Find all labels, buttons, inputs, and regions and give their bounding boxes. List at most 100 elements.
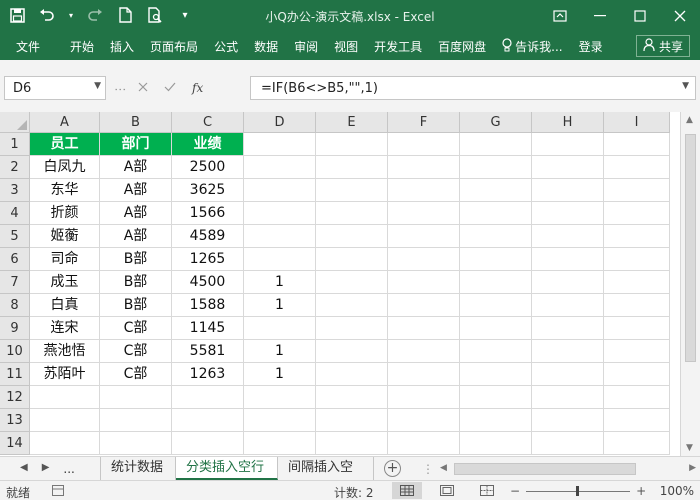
cell-d1[interactable] — [244, 133, 316, 156]
cell-b11[interactable]: C部 — [100, 363, 172, 386]
cell-c5[interactable]: 4589 — [172, 225, 244, 248]
column-header-f[interactable]: F — [388, 112, 460, 133]
cell-i9[interactable] — [604, 317, 670, 340]
add-sheet-icon[interactable]: + — [384, 460, 401, 477]
cell-i11[interactable] — [604, 363, 670, 386]
cell-c7[interactable]: 4500 — [172, 271, 244, 294]
zoom-in-icon[interactable]: + — [636, 484, 646, 498]
cell-a9[interactable]: 连宋 — [30, 317, 100, 340]
more-tabs-ellipsis[interactable]: ... — [63, 462, 74, 476]
cell-b10[interactable]: C部 — [100, 340, 172, 363]
normal-view-icon[interactable] — [392, 482, 422, 499]
cell-h3[interactable] — [532, 179, 604, 202]
row-header-6[interactable]: 6 — [0, 248, 30, 271]
enter-icon[interactable] — [164, 81, 176, 95]
tell-me-search[interactable]: 告诉我... — [494, 37, 570, 55]
cell-i10[interactable] — [604, 340, 670, 363]
tab-splitter-icon[interactable]: ⋮ — [422, 462, 434, 476]
column-header-i[interactable]: I — [604, 112, 670, 133]
scroll-up-icon[interactable]: ▲ — [686, 115, 693, 125]
column-header-b[interactable]: B — [100, 112, 172, 133]
name-box[interactable]: D6 ▼ — [4, 76, 106, 100]
cell-b7[interactable]: B部 — [100, 271, 172, 294]
cell-e3[interactable] — [316, 179, 388, 202]
cell-g4[interactable] — [460, 202, 532, 225]
cell-f10[interactable] — [388, 340, 460, 363]
cell-c13[interactable] — [172, 409, 244, 432]
minimize-icon[interactable] — [580, 0, 620, 32]
cell-g8[interactable] — [460, 294, 532, 317]
cell-f7[interactable] — [388, 271, 460, 294]
cell-e13[interactable] — [316, 409, 388, 432]
cell-h9[interactable] — [532, 317, 604, 340]
cell-e1[interactable] — [316, 133, 388, 156]
cell-e5[interactable] — [316, 225, 388, 248]
expand-formula-icon[interactable]: ▼ — [682, 81, 689, 91]
scroll-tabs-right-icon[interactable]: ▶ — [42, 462, 50, 476]
cell-b14[interactable] — [100, 432, 172, 455]
cell-e8[interactable] — [316, 294, 388, 317]
formula-input[interactable]: =IF(B6<>B5,"",1) ▼ — [250, 76, 696, 100]
close-icon[interactable] — [660, 0, 700, 32]
cell-d13[interactable] — [244, 409, 316, 432]
cell-b1[interactable]: 部门 — [100, 133, 172, 156]
cell-f14[interactable] — [388, 432, 460, 455]
cell-b2[interactable]: A部 — [100, 156, 172, 179]
cell-i8[interactable] — [604, 294, 670, 317]
menu-home[interactable]: 开始 — [62, 38, 102, 55]
row-header-13[interactable]: 13 — [0, 409, 30, 432]
cell-f12[interactable] — [388, 386, 460, 409]
chevron-down-icon[interactable]: ▼ — [94, 81, 101, 91]
tab-interval-insert[interactable]: 间隔插入空 — [278, 457, 374, 480]
cell-e12[interactable] — [316, 386, 388, 409]
page-break-preview-icon[interactable] — [472, 482, 502, 499]
cell-f3[interactable] — [388, 179, 460, 202]
cell-d14[interactable] — [244, 432, 316, 455]
cell-h5[interactable] — [532, 225, 604, 248]
menu-review[interactable]: 审阅 — [286, 38, 326, 55]
cell-d7[interactable]: 1 — [244, 271, 316, 294]
vertical-scroll-thumb[interactable] — [685, 134, 696, 362]
cell-h4[interactable] — [532, 202, 604, 225]
cell-b6[interactable]: B部 — [100, 248, 172, 271]
cell-e7[interactable] — [316, 271, 388, 294]
cell-f2[interactable] — [388, 156, 460, 179]
ribbon-display-icon[interactable] — [540, 0, 580, 32]
cell-c9[interactable]: 1145 — [172, 317, 244, 340]
cell-c4[interactable]: 1566 — [172, 202, 244, 225]
column-header-c[interactable]: C — [172, 112, 244, 133]
column-header-h[interactable]: H — [532, 112, 604, 133]
row-header-7[interactable]: 7 — [0, 271, 30, 294]
menu-file[interactable]: 文件 — [0, 38, 62, 55]
cell-a5[interactable]: 姬蘅 — [30, 225, 100, 248]
cell-f5[interactable] — [388, 225, 460, 248]
cell-c14[interactable] — [172, 432, 244, 455]
cell-b3[interactable]: A部 — [100, 179, 172, 202]
macro-recording-icon[interactable] — [52, 485, 64, 499]
cell-a8[interactable]: 白真 — [30, 294, 100, 317]
menu-page-layout[interactable]: 页面布局 — [142, 38, 206, 55]
cell-a6[interactable]: 司命 — [30, 248, 100, 271]
cell-e14[interactable] — [316, 432, 388, 455]
worksheet-grid[interactable]: A B C D E F G H I 1 员工 部门 业绩 2 白凤九 A部 2500 3 东华 A部 3625 4 折颜 A部… — [0, 112, 680, 456]
cell-e11[interactable] — [316, 363, 388, 386]
cell-g5[interactable] — [460, 225, 532, 248]
cell-e6[interactable] — [316, 248, 388, 271]
cell-f11[interactable] — [388, 363, 460, 386]
cell-f6[interactable] — [388, 248, 460, 271]
cell-i1[interactable] — [604, 133, 670, 156]
cell-d12[interactable] — [244, 386, 316, 409]
cell-i3[interactable] — [604, 179, 670, 202]
cell-i13[interactable] — [604, 409, 670, 432]
cell-h1[interactable] — [532, 133, 604, 156]
insert-function-icon[interactable]: fx — [192, 81, 203, 95]
column-header-e[interactable]: E — [316, 112, 388, 133]
cell-a4[interactable]: 折颜 — [30, 202, 100, 225]
cell-a13[interactable] — [30, 409, 100, 432]
zoom-knob[interactable] — [576, 485, 580, 496]
cell-g9[interactable] — [460, 317, 532, 340]
cell-e9[interactable] — [316, 317, 388, 340]
scroll-right-icon[interactable]: ▶ — [689, 463, 696, 473]
zoom-out-icon[interactable]: − — [510, 484, 520, 498]
cell-g11[interactable] — [460, 363, 532, 386]
